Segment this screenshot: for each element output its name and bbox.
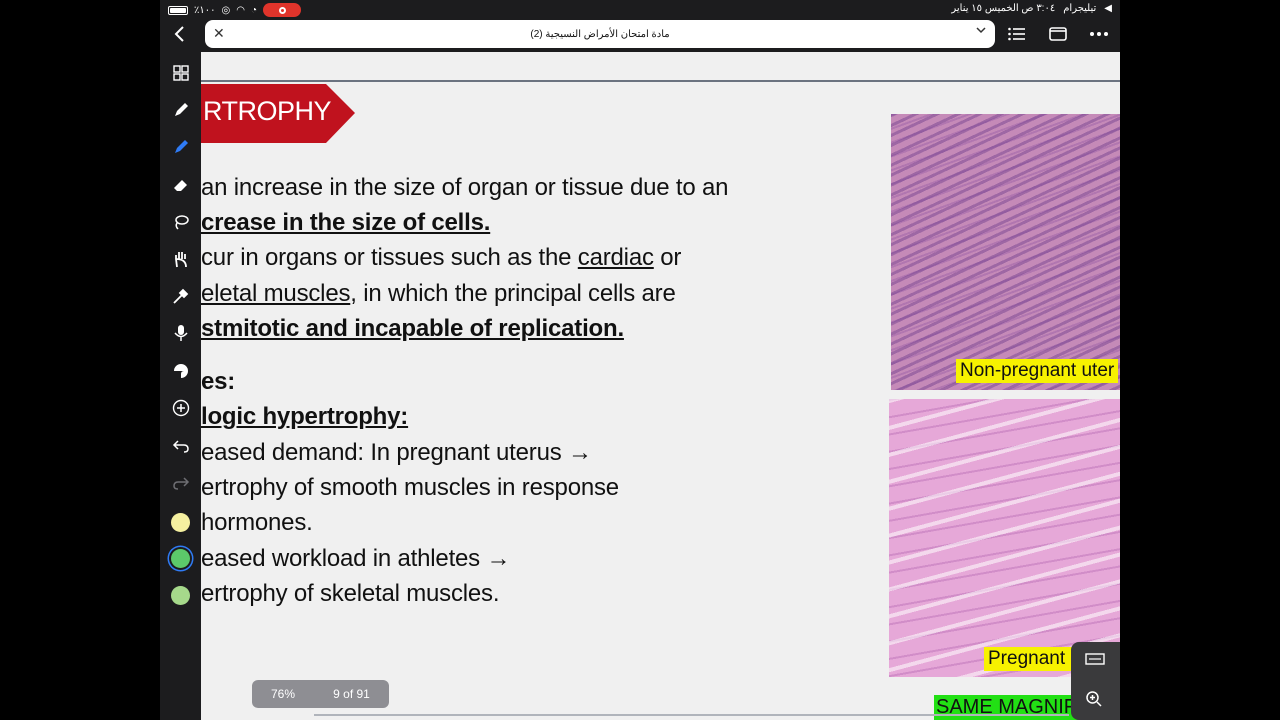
battery-percent: ٪١٠٠ — [194, 4, 216, 16]
text-line: stmitotic and incapable of replication. — [201, 315, 624, 342]
text-line: eased workload in athletes → — [201, 545, 511, 572]
list-icon[interactable] — [1008, 26, 1026, 47]
annotation-toolbar — [160, 52, 201, 720]
color-swatch-green-selected[interactable] — [171, 549, 190, 568]
text-line: logic hypertrophy: — [201, 403, 409, 430]
hand-icon[interactable] — [170, 248, 191, 269]
chevron-left-icon — [174, 26, 184, 42]
underlined-term: cardiac — [577, 244, 654, 271]
zoom-icon[interactable] — [1085, 690, 1103, 711]
slide-heading: RTROPHY — [203, 96, 332, 126]
back-to-app-icon: ◀ — [1104, 3, 1112, 14]
top-toolbar: ✕ مادة امتحان الأمراض النسيجية (2) — [160, 18, 1120, 52]
close-icon[interactable]: ✕ — [213, 25, 225, 42]
microphone-icon[interactable] — [170, 322, 191, 343]
page-number: 9 of 91 — [333, 687, 370, 701]
wifi-icon: ◠ — [236, 4, 245, 16]
zoom-level: 76% — [270, 687, 296, 701]
page-divider — [201, 80, 1120, 82]
signal-icon: ◔ — [250, 4, 258, 16]
chevron-down-icon[interactable] — [975, 24, 987, 39]
battery-icon — [168, 5, 188, 15]
add-icon[interactable] — [170, 397, 191, 418]
text-line: eletal muscles, in which the principal c… — [201, 280, 676, 307]
image-label: Non-pregnant uter — [956, 359, 1119, 383]
text-line: eased demand: In pregnant uterus → — [201, 439, 592, 466]
pdf-page[interactable]: RTROPHY an increase in the size of organ… — [201, 52, 1120, 720]
ipad-screen: ٪١٠٠ ◎ ◠ ◔ ◀ تيليجرام ٣:٠٤ ص الخميس ١٥ ي… — [160, 0, 1120, 720]
text-line: an increase in the size of organ or tiss… — [201, 174, 729, 201]
eyedropper-icon[interactable] — [170, 285, 191, 306]
histology-image-non-pregnant: Non-pregnant uter — [891, 114, 1120, 390]
sticker-icon[interactable] — [170, 360, 191, 381]
eraser-icon[interactable] — [170, 174, 191, 195]
text-line: ertrophy of skeletal muscles. — [201, 580, 500, 607]
status-datetime: ٣:٠٤ ص الخميس ١٥ يناير — [951, 3, 1056, 14]
lasso-icon[interactable] — [170, 211, 191, 232]
undo-icon[interactable] — [170, 435, 191, 456]
pen-icon[interactable] — [170, 99, 191, 120]
redo-icon[interactable] — [170, 472, 191, 493]
text-line: hormones. — [201, 509, 313, 536]
highlighter-icon[interactable] — [170, 136, 191, 157]
status-bar: ٪١٠٠ ◎ ◠ ◔ ◀ تيليجرام ٣:٠٤ ص الخميس ١٥ ي… — [160, 0, 1120, 18]
thumbnails-icon[interactable] — [170, 62, 191, 83]
more-icon[interactable] — [1089, 26, 1109, 47]
histology-image-pregnant: Pregnant uter — [889, 399, 1120, 677]
horizontal-scrollbar[interactable] — [314, 714, 1069, 716]
location-icon: ◎ — [221, 4, 231, 16]
underlined-term: eletal muscles — [201, 280, 351, 307]
text-line: ertrophy of smooth muscles in response — [201, 474, 619, 501]
text-line: cur in organs or tissues such as the car… — [201, 244, 682, 271]
document-title-bar[interactable]: ✕ مادة امتحان الأمراض النسيجية (2) — [205, 20, 995, 48]
color-swatch-light-green[interactable] — [171, 586, 190, 605]
page-indicator[interactable]: 76% 9 of 91 — [252, 680, 389, 708]
text-line: crease in the size of cells. — [201, 209, 491, 236]
screen-recording-icon — [263, 3, 302, 17]
fit-width-icon[interactable] — [1085, 652, 1105, 668]
document-title: مادة امتحان الأمراض النسيجية (2) — [530, 28, 670, 40]
page-view-icon[interactable] — [1049, 26, 1067, 47]
back-to-app-label[interactable]: تيليجرام — [1063, 3, 1096, 14]
back-button[interactable] — [170, 24, 190, 44]
color-swatch-yellow[interactable] — [171, 513, 190, 532]
heading-banner: RTROPHY — [201, 84, 355, 143]
text-line: es: — [201, 368, 236, 395]
zoom-control[interactable] — [1071, 642, 1120, 720]
